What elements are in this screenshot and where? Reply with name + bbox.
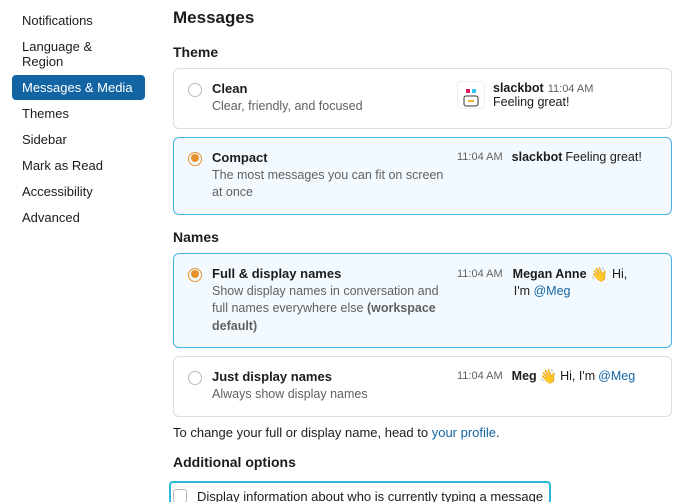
- preview-time: 11:04 AM: [457, 267, 503, 282]
- additional-section-title: Additional options: [173, 454, 672, 470]
- radio-icon[interactable]: [188, 371, 202, 385]
- sidebar-item-advanced[interactable]: Advanced: [12, 205, 145, 230]
- footer-note: To change your full or display name, hea…: [173, 425, 672, 440]
- preview-name: Megan Anne: [513, 266, 587, 284]
- names-section-title: Names: [173, 229, 672, 245]
- theme-clean-desc: Clear, friendly, and focused: [212, 98, 447, 116]
- sidebar-item-language[interactable]: Language & Region: [12, 34, 145, 74]
- option-typing-info[interactable]: Display information about who is current…: [173, 485, 543, 502]
- theme-compact-preview: 11:04 AM slackbot Feeling great!: [447, 150, 657, 164]
- radio-icon[interactable]: [188, 83, 202, 97]
- preview-text: Feeling great!: [493, 95, 593, 109]
- preview-time: 11:04 AM: [457, 370, 503, 382]
- sidebar-item-notifications[interactable]: Notifications: [12, 8, 145, 33]
- names-just-preview: 11:04 AM Meg 👋 Hi, I'm @Meg: [447, 369, 657, 383]
- highlight-box: Display information about who is current…: [169, 481, 551, 502]
- names-full-desc: Show display names in conversation and f…: [212, 283, 447, 336]
- preview-text: Feeling great!: [565, 150, 641, 164]
- theme-option-compact[interactable]: Compact The most messages you can fit on…: [173, 137, 672, 215]
- sidebar-item-mark-as-read[interactable]: Mark as Read: [12, 153, 145, 178]
- sidebar-item-themes[interactable]: Themes: [12, 101, 145, 126]
- preview-name: Meg: [512, 369, 537, 383]
- slackbot-avatar: [457, 81, 485, 109]
- radio-icon[interactable]: [188, 268, 202, 282]
- option-typing-label: Display information about who is current…: [197, 489, 543, 502]
- names-just-desc: Always show display names: [212, 386, 447, 404]
- preview-handle: @Meg: [598, 369, 635, 383]
- preview-text: Hi, I'm: [560, 369, 595, 383]
- sidebar-item-accessibility[interactable]: Accessibility: [12, 179, 145, 204]
- theme-compact-label: Compact: [212, 150, 447, 165]
- checkbox-icon[interactable]: [173, 489, 187, 502]
- sidebar-item-sidebar[interactable]: Sidebar: [12, 127, 145, 152]
- names-full-label: Full & display names: [212, 266, 447, 281]
- names-full-preview: 11:04 AM Megan Anne 👋 Hi, I'm @Meg: [447, 266, 657, 301]
- profile-link[interactable]: your profile: [432, 425, 496, 440]
- theme-compact-desc: The most messages you can fit on screen …: [212, 167, 447, 202]
- sidebar-item-messages-media[interactable]: Messages & Media: [12, 75, 145, 100]
- preview-name: slackbot: [512, 150, 563, 164]
- theme-option-clean[interactable]: Clean Clear, friendly, and focused slack…: [173, 68, 672, 129]
- page-title: Messages: [173, 8, 672, 28]
- theme-clean-preview: slackbot 11:04 AM Feeling great!: [447, 81, 657, 109]
- preview-time: 11:04 AM: [457, 151, 503, 163]
- names-option-just[interactable]: Just display names Always show display n…: [173, 356, 672, 417]
- main-content: Messages Theme Clean Clear, friendly, an…: [145, 0, 700, 502]
- radio-icon[interactable]: [188, 152, 202, 166]
- wave-icon: 👋: [591, 267, 608, 281]
- names-just-label: Just display names: [212, 369, 447, 384]
- wave-icon: 👋: [540, 369, 557, 383]
- preview-time: 11:04 AM: [548, 83, 594, 95]
- sidebar: Notifications Language & Region Messages…: [0, 0, 145, 502]
- theme-clean-label: Clean: [212, 81, 447, 96]
- preview-name: slackbot: [493, 81, 544, 95]
- names-option-full[interactable]: Full & display names Show display names …: [173, 253, 672, 349]
- preview-handle: @Meg: [533, 284, 570, 298]
- theme-section-title: Theme: [173, 44, 672, 60]
